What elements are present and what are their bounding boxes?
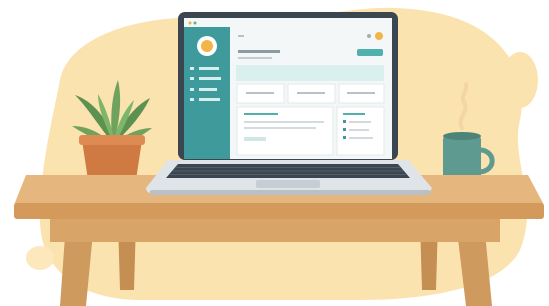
screen-subtitle [238, 57, 272, 59]
side-panel-line [349, 137, 373, 139]
laptop-trackpad [256, 180, 320, 188]
table-top-edge [14, 203, 544, 219]
side-panel-title [343, 113, 365, 115]
stat-card-line [347, 92, 375, 94]
sidebar-item [199, 98, 220, 101]
content-panel-button [244, 137, 266, 141]
sidebar-item [190, 77, 194, 80]
sidebar-item [190, 98, 194, 101]
content-panel-line [244, 127, 316, 129]
laptop-base-shadow [150, 190, 430, 195]
screen-banner [236, 65, 384, 81]
side-panel-line [349, 121, 371, 123]
stat-card-line [297, 92, 325, 94]
notification-icon [375, 32, 383, 40]
plant-pot-rim [79, 135, 145, 145]
screen-action-button [357, 49, 383, 56]
sidebar-item [190, 88, 194, 91]
side-panel-dot [343, 120, 346, 123]
desk-illustration [14, 7, 544, 306]
background-blob-right [502, 52, 538, 108]
laptop-icon [146, 12, 432, 195]
avatar-icon-inner [201, 40, 213, 52]
content-panel-line [244, 121, 324, 123]
screen-header-line [238, 35, 244, 37]
sidebar-item [199, 67, 219, 70]
screen-title [238, 50, 280, 53]
sidebar-item [199, 77, 221, 80]
side-panel-dot [343, 128, 346, 131]
stat-card-line [246, 92, 274, 94]
background-blob-small [26, 246, 54, 270]
content-panel-title [244, 113, 278, 115]
search-icon [367, 34, 371, 38]
window-dot [193, 21, 197, 25]
sidebar-item [199, 88, 217, 91]
sidebar-item [190, 67, 194, 70]
side-panel-line [349, 129, 369, 131]
side-panel-dot [343, 136, 346, 139]
window-dot [188, 21, 192, 25]
